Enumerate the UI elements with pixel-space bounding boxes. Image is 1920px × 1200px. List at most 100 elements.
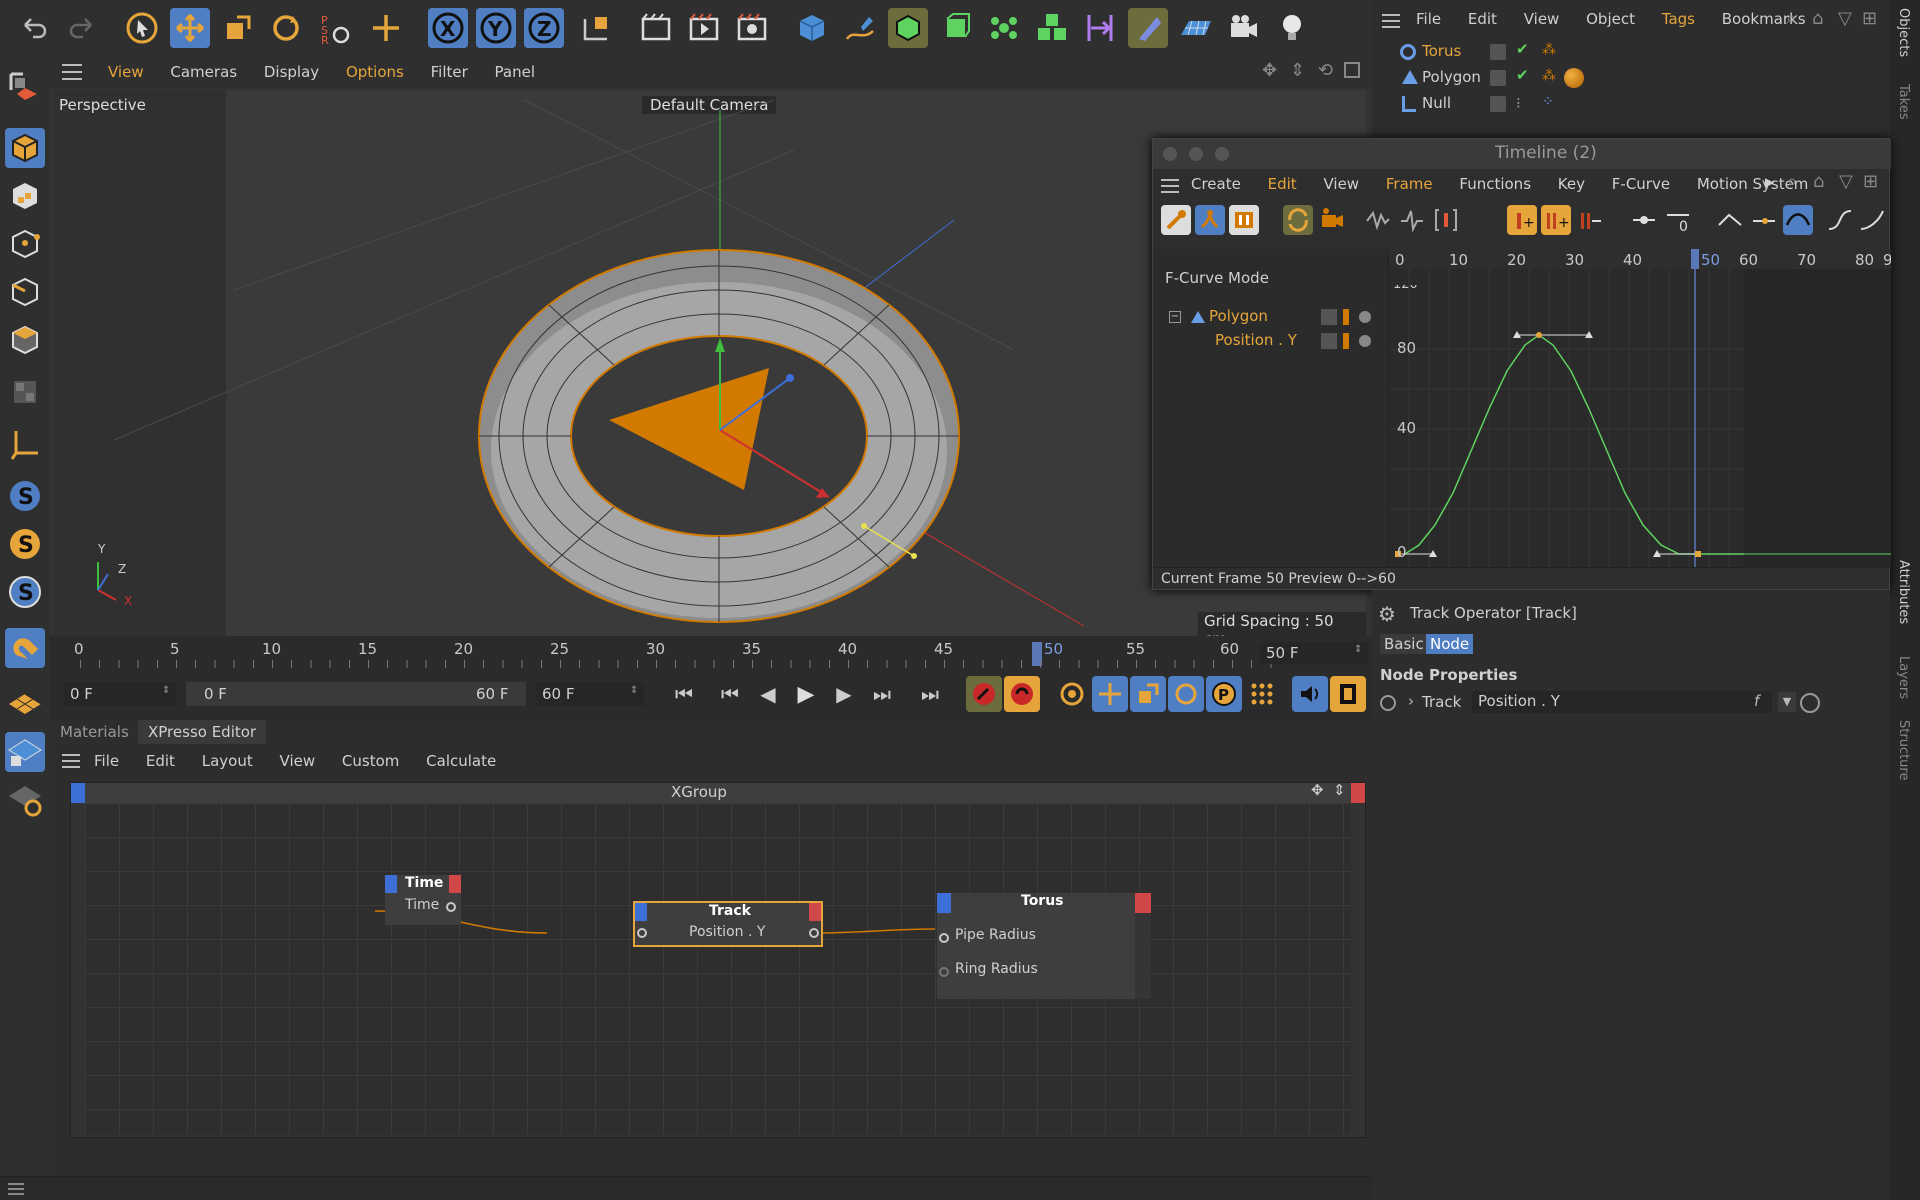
fcurve-ruler[interactable]: 0 10 20 30 40 50 60 70 80 9 bbox=[1389, 249, 1891, 269]
track-bars-icon[interactable] bbox=[1343, 333, 1349, 349]
om-search-icon[interactable]: ⌕ bbox=[1786, 8, 1796, 29]
viewport-menu-filter[interactable]: Filter bbox=[431, 61, 468, 83]
track-input-port[interactable] bbox=[637, 928, 647, 938]
key-mode-icon[interactable] bbox=[1161, 205, 1191, 235]
select-tool-icon[interactable] bbox=[122, 8, 162, 48]
fx-icon[interactable]: f bbox=[1754, 692, 1759, 710]
ring-radius-port[interactable] bbox=[939, 967, 949, 977]
xpresso-menu-custom[interactable]: Custom bbox=[342, 750, 399, 772]
close-window-icon[interactable] bbox=[1163, 147, 1177, 161]
next-key-icon[interactable]: ⏭ bbox=[864, 676, 900, 712]
go-to-start-icon[interactable]: ⏮ bbox=[666, 676, 702, 712]
object-row-null[interactable]: Null ⁝ ⁘ bbox=[1372, 92, 1890, 118]
track-node[interactable]: Track Position . Y bbox=[633, 901, 823, 947]
frame-ruler[interactable]: 0 5 10 15 20 25 30 35 40 45 50 55 60 50 … bbox=[50, 636, 1372, 668]
side-tab-takes[interactable]: Takes bbox=[1896, 84, 1911, 120]
timeline-menu-view[interactable]: View bbox=[1323, 173, 1359, 195]
previous-frame-icon[interactable]: ◀ bbox=[750, 676, 786, 712]
points-mode-icon[interactable] bbox=[5, 224, 45, 264]
dopesheet-mode-icon[interactable] bbox=[1229, 205, 1259, 235]
auto-mode-icon[interactable] bbox=[1283, 205, 1313, 235]
record-keys-icon[interactable] bbox=[966, 676, 1002, 712]
timeline-title-bar[interactable]: Timeline (2) bbox=[1153, 139, 1891, 169]
time-node[interactable]: Time Time bbox=[385, 875, 461, 925]
add-key-icon[interactable]: + bbox=[1507, 205, 1537, 235]
torus-xpresso-tag-icon[interactable]: ⁂ bbox=[1542, 42, 1556, 58]
track-row-polygon[interactable]: − Polygon bbox=[1153, 305, 1389, 329]
timeline-menu-create[interactable]: Create bbox=[1191, 173, 1241, 195]
texture-mode-icon[interactable] bbox=[5, 176, 45, 216]
hamburger-icon[interactable] bbox=[62, 64, 82, 80]
more-menu-icon[interactable]: ▶ bbox=[1765, 175, 1774, 189]
main-menu-view[interactable]: View bbox=[1524, 8, 1560, 30]
light-icon[interactable] bbox=[1272, 8, 1312, 48]
xpresso-hamburger-icon[interactable] bbox=[62, 754, 80, 768]
timeline-menu-frame[interactable]: Frame bbox=[1386, 173, 1433, 195]
object-row-polygon[interactable]: Polygon ✔ ⁂ bbox=[1372, 66, 1890, 92]
rotate-workplane-icon[interactable] bbox=[5, 780, 45, 820]
render-settings-icon[interactable] bbox=[732, 8, 772, 48]
linear-curve-icon[interactable] bbox=[1363, 205, 1393, 235]
start-frame-field[interactable]: 0 F ⇕ bbox=[64, 682, 176, 706]
xpresso-menu-view[interactable]: View bbox=[280, 750, 316, 772]
attr-tab-basic[interactable]: Basic bbox=[1380, 634, 1428, 654]
xgroup-title-bar[interactable]: XGroup ✥ ⇕ bbox=[71, 781, 1365, 803]
tab-xpresso-editor[interactable]: XPresso Editor bbox=[138, 720, 267, 744]
make-editable-icon[interactable] bbox=[5, 68, 45, 108]
side-tab-structure[interactable]: Structure bbox=[1896, 720, 1911, 780]
xpresso-menu-calculate[interactable]: Calculate bbox=[426, 750, 496, 772]
play-icon[interactable]: ▶ bbox=[788, 676, 824, 712]
time-output-port[interactable] bbox=[446, 902, 456, 912]
field-icon[interactable] bbox=[1128, 8, 1168, 48]
zero-angle-icon[interactable] bbox=[1629, 205, 1659, 235]
pipe-radius-port[interactable] bbox=[939, 933, 949, 943]
cloner-icon[interactable] bbox=[984, 8, 1024, 48]
track-edit-icon[interactable] bbox=[1321, 309, 1337, 325]
track-bars-icon[interactable] bbox=[1343, 309, 1349, 325]
tl-filter-icon[interactable]: ▽ bbox=[1839, 171, 1853, 192]
subdivision-surface-icon[interactable] bbox=[888, 8, 928, 48]
xgroup-input-port[interactable] bbox=[71, 783, 85, 803]
move-tool-icon[interactable] bbox=[170, 8, 210, 48]
delete-keys-icon[interactable] bbox=[1575, 205, 1605, 235]
track-field-input[interactable]: Position . Y f bbox=[1472, 691, 1772, 713]
pen-spline-icon[interactable] bbox=[840, 8, 880, 48]
ease-in-out-icon[interactable] bbox=[1715, 205, 1745, 235]
polygon-material-icon[interactable] bbox=[1564, 68, 1584, 88]
spline-curve-icon[interactable] bbox=[1783, 205, 1813, 235]
dolly-view-icon[interactable]: ⇕ bbox=[1290, 60, 1305, 81]
redo-icon[interactable] bbox=[62, 8, 102, 48]
deformer-icon[interactable] bbox=[1080, 8, 1120, 48]
axis-mode-icon[interactable] bbox=[5, 424, 45, 464]
zero-length-icon[interactable]: 0 bbox=[1663, 205, 1693, 235]
xgroup-move-icon[interactable]: ✥ bbox=[1311, 781, 1324, 799]
viewport-menu-cameras[interactable]: Cameras bbox=[170, 61, 237, 83]
null-dots-icon[interactable]: ⁝ bbox=[1516, 94, 1521, 112]
main-menu-file[interactable]: File bbox=[1416, 8, 1441, 30]
torus-node[interactable]: Torus Pipe Radius Ring Radius bbox=[937, 893, 1151, 999]
status-hamburger-icon[interactable] bbox=[8, 1183, 24, 1195]
key-parameter-icon[interactable]: P bbox=[1206, 676, 1242, 712]
snap-s-icon-3[interactable]: S bbox=[5, 572, 45, 612]
main-menu-object[interactable]: Object bbox=[1586, 8, 1635, 30]
undo-icon[interactable] bbox=[14, 8, 54, 48]
autokey-icon[interactable] bbox=[1004, 676, 1040, 712]
torus-enabled-check-icon[interactable]: ✔ bbox=[1516, 40, 1529, 58]
transform-tool-icon[interactable] bbox=[366, 8, 406, 48]
gear-icon[interactable]: ⚙ bbox=[1378, 602, 1396, 626]
next-frame-icon[interactable]: ▶ bbox=[826, 676, 862, 712]
extrude-generator-icon[interactable] bbox=[936, 8, 976, 48]
pick-object-icon[interactable] bbox=[1800, 693, 1820, 713]
xgroup-canvas[interactable]: Time Time Track Position . Y Torus Pipe … bbox=[85, 803, 1351, 1135]
tl-home-icon[interactable]: ⌂ bbox=[1813, 171, 1824, 192]
rotate-tool-icon[interactable] bbox=[266, 8, 306, 48]
locked-workplane-icon[interactable] bbox=[5, 732, 45, 772]
preview-range-slider[interactable]: 0 F 60 F bbox=[186, 682, 526, 706]
dropdown-icon[interactable]: ▼ bbox=[1778, 692, 1796, 712]
scale-tool-icon[interactable] bbox=[218, 8, 258, 48]
attr-tab-node[interactable]: Node bbox=[1426, 634, 1474, 654]
key-position-icon[interactable] bbox=[1092, 676, 1128, 712]
add-keys-icon[interactable]: + bbox=[1541, 205, 1571, 235]
render-view-icon[interactable] bbox=[636, 8, 676, 48]
track-edit-icon[interactable] bbox=[1321, 333, 1337, 349]
